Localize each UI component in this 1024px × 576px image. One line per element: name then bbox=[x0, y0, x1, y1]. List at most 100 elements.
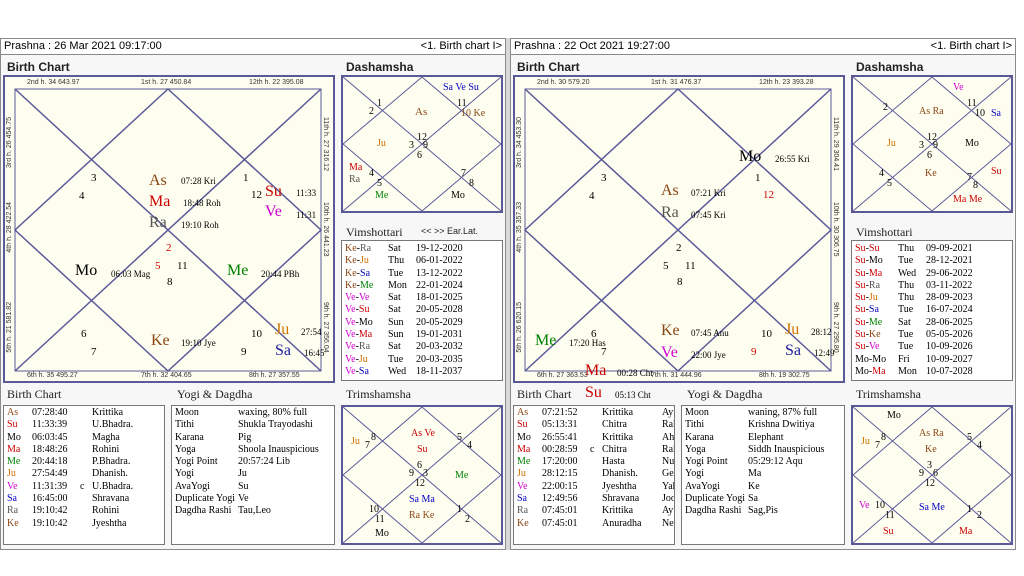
dasha-date: 10-07-2028 bbox=[926, 365, 973, 377]
planet-row[interactable]: Sa 12:49:56 Shravana Joo bbox=[514, 493, 674, 505]
pada: Joo bbox=[662, 493, 675, 505]
planet-as[interactable]: As bbox=[661, 183, 679, 199]
planet-row[interactable]: As 07:21:52 Krittika Ay bbox=[514, 407, 674, 419]
left-chart-nav[interactable]: <1. Birth chart I> bbox=[421, 39, 502, 54]
dasha-row[interactable]: Su-Su Thu 09-09-2021 bbox=[852, 243, 1012, 255]
left-birth-chart[interactable]: 2nd h. 34 643.97 1st h. 27 450.84 12th h… bbox=[3, 75, 335, 383]
left-vim-nav[interactable]: << >> Ear.Lat. bbox=[421, 226, 478, 236]
planet-sa[interactable]: Sa bbox=[275, 343, 291, 359]
planet-name: Ju bbox=[7, 468, 16, 480]
yogi-value: Su bbox=[238, 480, 249, 492]
dasha-row[interactable]: Su-Sa Tue 16-07-2024 bbox=[852, 304, 1012, 316]
dasha-row[interactable]: Ke-Me Mon 22-01-2024 bbox=[342, 280, 502, 292]
planet-row[interactable]: Ju 27:54:49 Dhanish. bbox=[4, 468, 164, 480]
edge-bot-1: 6th h. 35 495.27 bbox=[27, 372, 78, 379]
planet-row[interactable]: Ma 18:48:26 Rohini bbox=[4, 444, 164, 456]
planet-mo[interactable]: Mo bbox=[75, 263, 97, 279]
yogi-key: Duplicate Yogi bbox=[175, 493, 235, 505]
dasha-row[interactable]: Ve-Su Sat 20-05-2028 bbox=[342, 304, 502, 316]
house-number: 2 bbox=[166, 242, 172, 254]
planet-row[interactable]: Sa 16:45:00 Shravana bbox=[4, 493, 164, 505]
planet-ke[interactable]: Ke bbox=[661, 323, 680, 339]
planet-row[interactable]: Su 11:33:39 U.Bhadra. bbox=[4, 419, 164, 431]
right-birth-chart[interactable]: 2nd h. 30 579.20 1st h. 31 476.37 12th h… bbox=[513, 75, 845, 383]
edge-top-3: 12th h. 23 393.28 bbox=[759, 79, 814, 86]
right-trimshamsha-chart[interactable]: Mo As Ra Ke Ju 8 7 5 4 9 3 6 12 Ve 10 11… bbox=[851, 405, 1013, 545]
dasha-row[interactable]: Ve-Sa Wed 18-11-2037 bbox=[342, 366, 502, 378]
yogi-row: AvaYogi Su bbox=[172, 481, 334, 493]
nakshatra: Dhanish. bbox=[92, 468, 128, 480]
dasha-row[interactable]: Ve-Ju Tue 20-03-2035 bbox=[342, 354, 502, 366]
planet-row[interactable]: Ra 07:45:01 Krittika Ay bbox=[514, 505, 674, 517]
planet-su[interactable]: Su bbox=[585, 385, 602, 401]
planet-sa[interactable]: Sa bbox=[785, 343, 801, 359]
planet-ra[interactable]: Ra bbox=[149, 215, 167, 231]
d30-su: Su bbox=[883, 526, 894, 537]
planet-degree: 19:10:42 bbox=[32, 517, 68, 529]
planet-row[interactable]: Ma 00:28:59 c Chitra Rah bbox=[514, 444, 674, 456]
dasha-row[interactable]: Su-Me Sat 28-06-2025 bbox=[852, 317, 1012, 329]
planet-mo[interactable]: Mo bbox=[739, 149, 761, 165]
planet-row[interactable]: Ju 28:12:15 Dhanish. Gee bbox=[514, 468, 674, 480]
dasha-row[interactable]: Su-Ke Tue 05-05-2026 bbox=[852, 329, 1012, 341]
dasha-day: Tue bbox=[388, 353, 404, 365]
window-divider[interactable] bbox=[506, 38, 510, 550]
planet-ma[interactable]: Ma bbox=[149, 194, 170, 210]
planet-row[interactable]: Ke 19:10:42 Jyeshtha bbox=[4, 518, 164, 530]
planet-ra[interactable]: Ra bbox=[661, 205, 679, 221]
planet-row[interactable]: Ke 07:45:01 Anuradha Nee bbox=[514, 518, 674, 530]
dasha-date: 09-09-2021 bbox=[926, 243, 973, 254]
dasha-day: Tue bbox=[898, 329, 914, 341]
dasha-period: Su-Su bbox=[855, 243, 880, 254]
planet-row[interactable]: Mo 06:03:45 Magha bbox=[4, 432, 164, 444]
dasha-row[interactable]: Ve-Ra Sat 20-03-2032 bbox=[342, 341, 502, 353]
right-chart-nav[interactable]: <1. Birth chart I> bbox=[931, 39, 1012, 54]
planet-row[interactable]: Me 17:20:00 Hasta Nuh bbox=[514, 456, 674, 468]
dasha-period: Su-Ra bbox=[855, 279, 881, 291]
left-dashamsha-chart[interactable]: 2 1 As 11 10 Ke Ju 12 3 9 6 Ma Ra 4 5 7 … bbox=[341, 75, 503, 213]
d10-mo: Mo bbox=[965, 138, 979, 149]
dasha-row[interactable]: Mo-Ma Mon 10-07-2028 bbox=[852, 366, 1012, 378]
dasha-row[interactable]: Ve-Ma Sun 19-01-2031 bbox=[342, 329, 502, 341]
left-trimshamsha-chart[interactable]: As Ve Su 8 7 5 4 Ju 9 3 6 12 Me Sa Ma Ra… bbox=[341, 405, 503, 545]
planet-ju[interactable]: Ju bbox=[785, 322, 799, 338]
dasha-row[interactable]: Mo-Mo Fri 10-09-2027 bbox=[852, 354, 1012, 366]
planet-row[interactable]: Me 20:44:18 P.Bhadra. bbox=[4, 456, 164, 468]
planet-name: As bbox=[517, 407, 529, 418]
house-number: 9 bbox=[409, 468, 414, 479]
planet-row[interactable]: Ra 19:10:42 Rohini bbox=[4, 505, 164, 517]
dasha-row[interactable]: Su-Ju Thu 28-09-2023 bbox=[852, 292, 1012, 304]
dasha-row[interactable]: Su-Ma Wed 29-06-2022 bbox=[852, 268, 1012, 280]
planet-su[interactable]: Su bbox=[265, 184, 282, 200]
planet-degree: 06:03:45 bbox=[32, 431, 68, 443]
planet-ve[interactable]: Ve bbox=[265, 204, 282, 220]
dasha-row[interactable]: Ke-Ju Thu 06-01-2022 bbox=[342, 255, 502, 267]
planet-ma[interactable]: Ma bbox=[585, 363, 606, 379]
planet-degree: 12:49:56 bbox=[542, 493, 578, 505]
planet-ke[interactable]: Ke bbox=[151, 333, 170, 349]
dasha-row[interactable]: Ke-Ra Sat 19-12-2020 bbox=[342, 243, 502, 255]
planet-me[interactable]: Me bbox=[535, 333, 556, 349]
dasha-row[interactable]: Su-Mo Tue 28-12-2021 bbox=[852, 255, 1012, 267]
right-dashamsha-chart[interactable]: Ve 2 As Ra 11 10 Sa Ju 12 3 6 9 Mo Ke 4 … bbox=[851, 75, 1013, 213]
planet-row[interactable]: Mo 26:55:41 Krittika Ah bbox=[514, 432, 674, 444]
degree: 11:33 bbox=[296, 188, 317, 198]
house-number: 10 bbox=[975, 108, 985, 119]
planet-ju[interactable]: Ju bbox=[275, 322, 289, 338]
planet-row[interactable]: Ve 11:31:39 c U.Bhadra. bbox=[4, 481, 164, 493]
dasha-row[interactable]: Su-Ve Tue 10-09-2026 bbox=[852, 341, 1012, 353]
dasha-row[interactable]: Ve-Mo Sun 20-05-2029 bbox=[342, 317, 502, 329]
planet-row[interactable]: Ve 22:00:15 Jyeshtha Yah bbox=[514, 481, 674, 493]
dasha-row[interactable]: Ve-Ve Sat 18-01-2025 bbox=[342, 292, 502, 304]
planet-me[interactable]: Me bbox=[227, 263, 248, 279]
yogi-row: Yogi Ma bbox=[682, 468, 844, 480]
yogi-value: 20:57:24 Lib bbox=[238, 456, 290, 468]
house-number: 2 bbox=[369, 106, 374, 117]
planet-row[interactable]: As 07:28:40 Krittika bbox=[4, 407, 164, 419]
left-trimshamsha-heading: Trimshamsha bbox=[346, 387, 411, 401]
dasha-row[interactable]: Ke-Sa Tue 13-12-2022 bbox=[342, 268, 502, 280]
planet-row[interactable]: Su 05:13:31 Chitra Rah bbox=[514, 419, 674, 431]
planet-as[interactable]: As bbox=[149, 173, 167, 189]
planet-ve[interactable]: Ve bbox=[661, 345, 678, 361]
dasha-row[interactable]: Su-Ra Thu 03-11-2022 bbox=[852, 280, 1012, 292]
